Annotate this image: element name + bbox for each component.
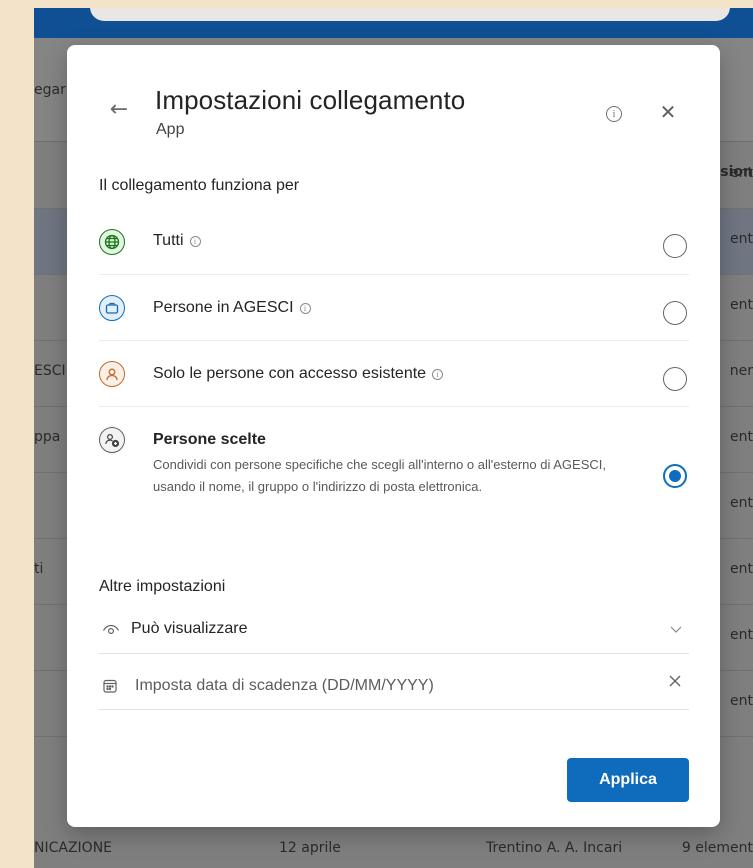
expiry-date-input[interactable]: Imposta data di scadenza (DD/MM/YYYY) — [135, 677, 434, 695]
section-title-other-settings: Altre impostazioni — [99, 578, 226, 595]
option-label: Solo le persone con accesso esistente — [153, 365, 427, 382]
info-button[interactable]: i — [606, 106, 622, 122]
row-size: ent — [730, 165, 753, 181]
radio-specific-people[interactable] — [663, 464, 687, 488]
row-name: ppa — [34, 429, 61, 445]
option-org-people[interactable]: Persone in AGESCI i — [99, 275, 689, 341]
option-label-wrap: Tutti i — [153, 232, 201, 250]
info-icon[interactable]: i — [432, 369, 444, 380]
app-search-box — [90, 8, 730, 21]
option-label: Tutti — [153, 232, 184, 249]
bg-header-text: egar — [34, 82, 66, 98]
row-name: NICAZIONE — [34, 840, 113, 856]
option-description: Condividi con persone specifiche che sce… — [153, 457, 606, 494]
option-label-wrap: Persone in AGESCI i — [153, 299, 311, 317]
option-existing-access[interactable]: Solo le persone con accesso esistente i — [99, 341, 689, 407]
row-name: ti — [34, 561, 44, 577]
dialog-title: Impostazioni collegamento — [155, 85, 466, 115]
row-owner: Trentino A. A. Incari — [486, 840, 623, 856]
info-icon[interactable]: i — [299, 303, 311, 314]
row-size: 9 element — [681, 840, 753, 856]
app-topbar — [34, 8, 753, 38]
globe-icon — [99, 229, 125, 255]
clear-icon[interactable] — [667, 673, 683, 694]
info-icon[interactable]: i — [189, 236, 201, 247]
permission-label: Può visualizzare — [131, 620, 248, 637]
person-icon — [99, 361, 125, 387]
calendar-icon — [102, 678, 118, 698]
option-label-wrap: Solo le persone con accesso esistente i — [153, 365, 444, 383]
close-button[interactable]: ✕ — [655, 99, 681, 125]
row-size: ent — [730, 297, 753, 313]
arrow-left-icon: ← — [109, 96, 129, 122]
option-specific-people[interactable]: Persone scelte Condividi con persone spe… — [99, 407, 689, 527]
briefcase-icon — [99, 295, 125, 321]
row-size: ent — [730, 627, 753, 643]
back-button[interactable]: ← — [105, 95, 133, 123]
row-size: ent — [730, 693, 753, 709]
dialog-subtitle: App — [156, 121, 185, 138]
section-title-works-for: Il collegamento funziona per — [99, 177, 300, 194]
radio-org-people[interactable] — [663, 301, 687, 325]
option-label: Persone scelte — [153, 431, 266, 448]
row-date: 12 aprile — [279, 840, 341, 856]
row-size: ent — [730, 231, 753, 247]
info-icon: i — [612, 108, 616, 120]
permission-dropdown[interactable]: Può visualizzare — [99, 608, 689, 654]
link-settings-dialog: ← Impostazioni collegamento App i ✕ Il c… — [67, 45, 720, 827]
row-size: ent — [730, 561, 753, 577]
expiry-date-field[interactable]: Imposta data di scadenza (DD/MM/YYYY) — [99, 665, 689, 710]
radio-everyone[interactable] — [663, 234, 687, 258]
row-size: ner — [729, 363, 753, 379]
apply-button[interactable]: Applica — [567, 758, 689, 802]
row-name: ESCI — [34, 363, 66, 379]
option-label: Persone in AGESCI — [153, 299, 294, 316]
close-icon: ✕ — [659, 100, 677, 124]
eye-icon — [102, 621, 120, 640]
people-add-icon — [99, 427, 125, 453]
row-size: ent — [730, 495, 753, 511]
row-size: ent — [730, 429, 753, 445]
option-everyone[interactable]: Tutti i — [99, 217, 689, 275]
radio-existing-access[interactable] — [663, 367, 687, 391]
chevron-down-icon — [669, 618, 683, 639]
